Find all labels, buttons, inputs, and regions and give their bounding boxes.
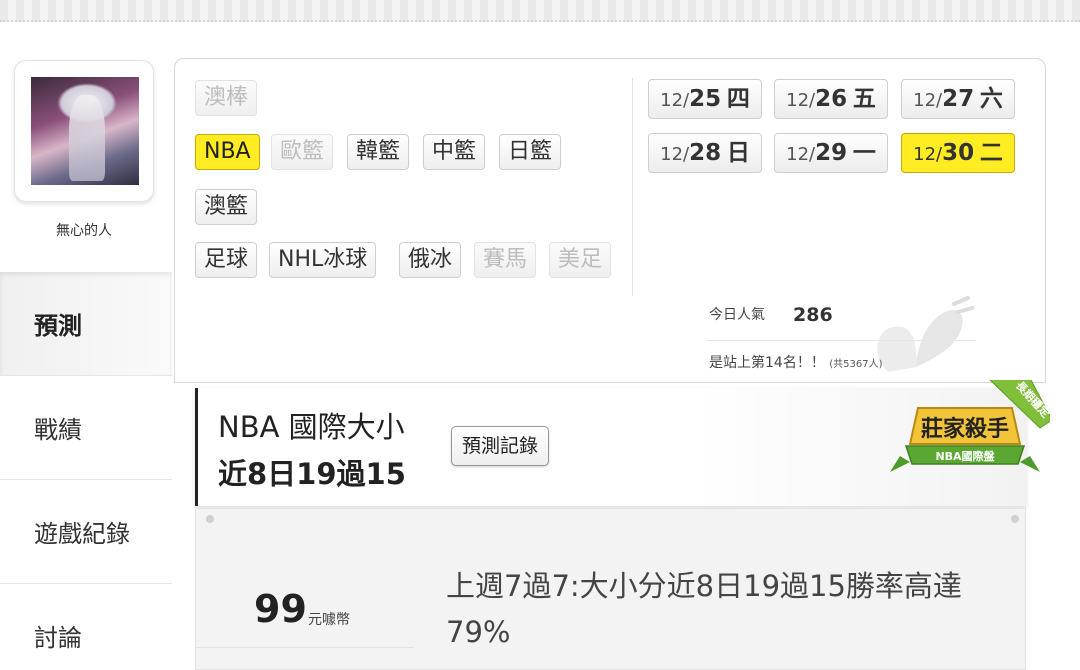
offer-price-unit: 元噱幣 bbox=[308, 612, 350, 628]
panel-divider bbox=[632, 78, 633, 296]
username[interactable]: 無心的人 bbox=[14, 220, 154, 240]
date-day: 29 bbox=[815, 140, 848, 166]
date-weekday: 一 bbox=[852, 140, 876, 166]
sidebar-item-record[interactable]: 戰績 bbox=[0, 376, 172, 480]
category-tag-china-basketball[interactable]: 中籃 bbox=[423, 134, 486, 170]
category-tag-korea-basketball[interactable]: 韓籃 bbox=[347, 134, 410, 170]
badge-main-text: 莊家殺手 bbox=[921, 416, 1009, 442]
sidebar-item-game-history[interactable]: 遊戲紀錄 bbox=[0, 480, 172, 584]
date-button-1227[interactable]: 12/27 六 bbox=[901, 79, 1015, 119]
avatar-figure-detail bbox=[69, 95, 105, 181]
date-button-1228[interactable]: 12/28 日 bbox=[648, 133, 762, 173]
sidebar-item-discussion[interactable]: 討論 bbox=[0, 584, 172, 670]
category-tag-horse-racing[interactable]: 賽馬 bbox=[474, 242, 537, 278]
prediction-card: NBA 國際大小 近8日19過15 預測記錄 莊家殺手 NBA國際盤 長期穩定 bbox=[195, 380, 1050, 506]
category-tag-aus-basketball[interactable]: 澳籃 bbox=[195, 189, 258, 225]
date-weekday: 五 bbox=[852, 86, 876, 112]
date-button-1230[interactable]: 12/30 二 bbox=[901, 133, 1015, 173]
date-month: 12/ bbox=[786, 144, 816, 165]
date-weekday: 二 bbox=[979, 140, 1003, 166]
date-day: 27 bbox=[942, 86, 975, 112]
category-tag-russia-hockey[interactable]: 俄冰 bbox=[399, 242, 462, 278]
offer-price: 99 bbox=[254, 587, 307, 631]
prediction-record-button[interactable]: 預測記錄 bbox=[451, 426, 550, 466]
prediction-title: NBA 國際大小 bbox=[218, 410, 405, 444]
avatar[interactable] bbox=[31, 77, 139, 185]
avatar-card[interactable] bbox=[14, 60, 154, 202]
date-month: 12/ bbox=[786, 90, 816, 111]
date-weekday: 四 bbox=[726, 86, 750, 112]
pin-dot-left bbox=[206, 515, 214, 523]
date-day: 28 bbox=[689, 140, 722, 166]
date-day: 26 bbox=[815, 86, 848, 112]
category-tag-aus-baseball[interactable]: 澳棒 bbox=[195, 80, 258, 116]
category-tag-nhl[interactable]: NHL冰球 bbox=[269, 242, 377, 278]
date-button-1225[interactable]: 12/25 四 bbox=[648, 79, 762, 119]
popularity-count: 286 bbox=[793, 304, 833, 326]
offer-description: 上週7過7:大小分近8日19過15勝率高達79% bbox=[446, 569, 962, 649]
category-tag-euro-basketball[interactable]: 歐籃 bbox=[271, 134, 334, 170]
date-weekday: 六 bbox=[979, 86, 1003, 112]
top-border-decoration bbox=[0, 0, 1080, 22]
price-divider bbox=[196, 647, 414, 648]
date-button-1229[interactable]: 12/29 一 bbox=[774, 133, 888, 173]
rank-text: 是站上第14名！！ (共5367人) bbox=[709, 352, 883, 372]
rank-total: (共5367人) bbox=[829, 359, 883, 370]
banker-killer-badge-icon: 莊家殺手 NBA國際盤 長期穩定 bbox=[890, 380, 1050, 472]
date-button-1226[interactable]: 12/26 五 bbox=[774, 79, 888, 119]
pin-dot-right bbox=[1011, 515, 1019, 523]
rank-value: 是站上第14名！！ bbox=[709, 355, 825, 371]
prediction-subtitle: 近8日19過15 bbox=[218, 457, 406, 491]
category-tag-nba[interactable]: NBA bbox=[195, 134, 260, 170]
stats-divider bbox=[706, 340, 976, 341]
date-month: 12/ bbox=[913, 144, 943, 165]
category-tag-japan-basketball[interactable]: 日籃 bbox=[499, 134, 562, 170]
popularity-label: 今日人氣 bbox=[709, 307, 765, 323]
category-tag-american-football[interactable]: 美足 bbox=[549, 242, 612, 278]
date-month: 12/ bbox=[913, 90, 943, 111]
offer-section: 99 元噱幣 上週7過7:大小分近8日19過15勝率高達79% bbox=[195, 508, 1026, 670]
category-tag-football[interactable]: 足球 bbox=[195, 242, 258, 278]
date-day: 30 bbox=[942, 140, 975, 166]
date-month: 12/ bbox=[660, 144, 690, 165]
sidebar-item-prediction[interactable]: 預測 bbox=[0, 272, 172, 376]
sidebar-menu: 預測 戰績 遊戲紀錄 討論 bbox=[0, 272, 172, 670]
badge-sub-text: NBA國際盤 bbox=[935, 449, 995, 463]
date-day: 25 bbox=[689, 86, 722, 112]
date-weekday: 日 bbox=[726, 140, 750, 166]
date-month: 12/ bbox=[660, 90, 690, 111]
